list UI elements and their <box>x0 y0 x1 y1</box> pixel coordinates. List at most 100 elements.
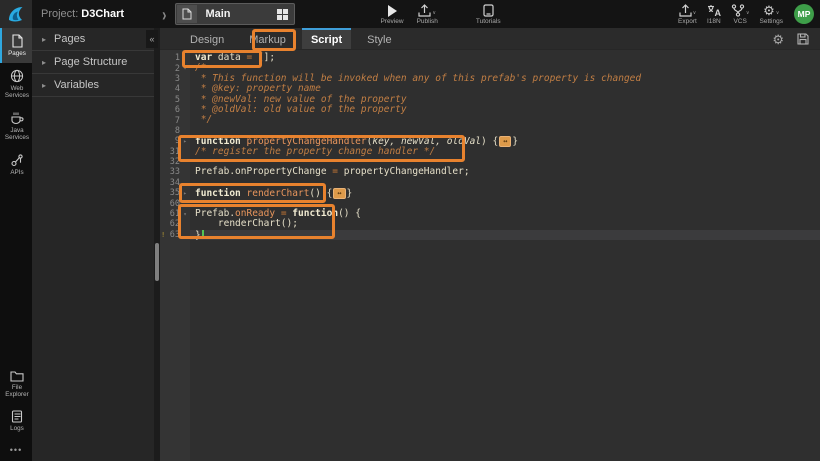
tab-style[interactable]: Style <box>358 28 400 49</box>
code-line-6[interactable]: * @oldVal: old value of the property <box>190 105 820 115</box>
sidebar-item-file-explorer[interactable]: File Explorer <box>0 364 32 404</box>
gutter-line-35: 35▸ <box>160 188 190 198</box>
code-token: * This function will be invoked when any… <box>195 73 641 84</box>
code-line-31[interactable]: /* register the property change handler … <box>190 147 820 157</box>
code-line-33[interactable]: Prefab.onPropertyChange = propertyChange… <box>190 167 820 177</box>
editor-tab-bar: Design Markup Script Style ⚙ <box>160 28 820 50</box>
code-line-1[interactable]: var data = []; <box>190 53 820 63</box>
fold-toggle-icon[interactable]: ▾ <box>180 211 190 218</box>
globe-icon <box>10 69 24 83</box>
panel-section-page-structure[interactable]: ▸ Page Structure <box>32 51 160 74</box>
code-token: renderChart <box>247 188 310 199</box>
line-number: 9 <box>160 136 180 146</box>
sidebar-item-label: Java Services <box>2 127 32 142</box>
code-line-35[interactable]: function renderChart() {↔} <box>190 188 820 198</box>
code-token: Prefab.onPropertyChange <box>195 166 332 177</box>
code-content: var data = [];/* * This function will be… <box>190 50 820 461</box>
text-cursor <box>202 230 204 239</box>
panel-collapse-button[interactable]: « <box>146 30 158 48</box>
sidebar-item-label: Pages <box>2 50 32 58</box>
code-token: } <box>347 188 353 199</box>
gutter-line-34: 34 <box>160 178 190 188</box>
line-number: 62 <box>160 219 180 229</box>
page-icon <box>177 5 197 23</box>
tab-markup[interactable]: Markup <box>240 28 295 49</box>
script-settings-gear-icon[interactable]: ⚙ <box>772 33 784 46</box>
expand-caret-icon: ▸ <box>42 58 46 67</box>
publish-label: Publish <box>417 18 438 25</box>
export-button[interactable]: ∨ Export <box>678 4 697 25</box>
chevron-down-icon: ∨ <box>693 10 697 16</box>
code-token: /* register the property change handler … <box>195 146 435 157</box>
panel-section-label: Page Structure <box>54 56 127 68</box>
code-token: } <box>512 136 518 147</box>
folded-code-marker[interactable]: ↔ <box>499 136 511 147</box>
panel-section-variables[interactable]: ▸ Variables <box>32 74 160 97</box>
export-label: Export <box>678 18 697 25</box>
vcs-label: VCS <box>733 18 746 25</box>
gutter-line-8: 8 <box>160 126 190 136</box>
wavemaker-logo-icon <box>7 5 25 23</box>
code-line-7[interactable]: */ <box>190 115 820 125</box>
lint-warning-icon: ! <box>161 231 165 239</box>
page-tab-label: Main <box>198 8 277 20</box>
upload-icon <box>418 4 431 17</box>
fold-toggle-icon[interactable]: ▸ <box>180 190 190 197</box>
sidebar-item-pages[interactable]: Pages <box>0 28 32 63</box>
code-line-8[interactable] <box>190 126 820 136</box>
grid-view-icon[interactable] <box>277 9 294 20</box>
tab-script[interactable]: Script <box>302 28 351 49</box>
user-avatar[interactable]: MP <box>794 4 814 24</box>
line-number: 6 <box>160 105 180 115</box>
sidebar-item-java-services[interactable]: Java Services <box>0 105 32 147</box>
left-rail: Pages Web Services Java Services APIs Fi… <box>0 28 32 461</box>
project-name: D3Chart <box>81 8 124 20</box>
folded-code-marker[interactable]: ↔ <box>333 188 345 199</box>
line-number: 35 <box>160 188 180 198</box>
tab-list: Design Markup Script Style <box>181 28 408 49</box>
tutorials-button[interactable]: Tutorials <box>476 4 501 25</box>
sidebar-item-label: File Explorer <box>2 384 32 399</box>
tutorials-label: Tutorials <box>476 18 501 25</box>
code-line-63[interactable]: } <box>190 230 820 240</box>
save-icon[interactable] <box>797 33 809 45</box>
panel-section-pages[interactable]: ▸ Pages <box>32 28 160 51</box>
chevron-down-icon: ∨ <box>776 10 780 16</box>
gutter-line-33: 33 <box>160 167 190 177</box>
sidebar-item-logs[interactable]: Logs <box>0 404 32 438</box>
settings-button[interactable]: ⚙ ∨ Settings <box>760 4 784 25</box>
chevron-down-icon: ∨ <box>432 10 436 16</box>
line-number: 1 <box>160 53 180 63</box>
code-token: */ <box>195 114 212 125</box>
panel-scrollbar-thumb[interactable] <box>155 243 159 281</box>
code-token: } <box>195 230 201 241</box>
folder-icon <box>10 370 24 382</box>
tab-design[interactable]: Design <box>181 28 233 49</box>
fold-toggle-icon[interactable]: ▾ <box>180 65 190 72</box>
code-line-34[interactable] <box>190 178 820 188</box>
code-token: /* <box>195 62 206 73</box>
fold-toggle-icon[interactable]: ▸ <box>180 138 190 145</box>
rail-more-button[interactable]: ••• <box>0 437 32 461</box>
code-token: * @oldVal: old value of the property <box>195 104 407 115</box>
i18n-button[interactable]: A I18N <box>707 4 721 25</box>
vcs-button[interactable]: ∨ VCS <box>731 4 750 25</box>
code-line-62[interactable]: renderChart(); <box>190 219 820 229</box>
page-tab-main[interactable]: Main <box>175 3 295 25</box>
expand-caret-icon: ▸ <box>42 35 46 44</box>
breadcrumb-chevron-icon[interactable]: › <box>162 4 166 25</box>
gear-icon: ⚙ <box>763 4 775 17</box>
publish-button[interactable]: ∨ Publish <box>417 4 438 25</box>
line-number: 31 <box>160 147 180 157</box>
line-number: 3 <box>160 74 180 84</box>
preview-button[interactable]: Preview <box>380 4 403 25</box>
coffee-cup-icon <box>10 111 24 125</box>
sidebar-item-apis[interactable]: APIs <box>0 147 32 182</box>
i18n-label: I18N <box>707 18 721 25</box>
logs-document-icon <box>11 410 23 423</box>
wavemaker-logo[interactable] <box>0 0 32 28</box>
preview-label: Preview <box>380 18 403 25</box>
sidebar-item-web-services[interactable]: Web Services <box>0 63 32 105</box>
editor-area: DesignMarkupScriptStyle ⚙ 12▾3456789▸313… <box>160 28 820 461</box>
code-editor[interactable]: 12▾3456789▸3132333435▸6061▾62!63 var dat… <box>160 50 820 461</box>
